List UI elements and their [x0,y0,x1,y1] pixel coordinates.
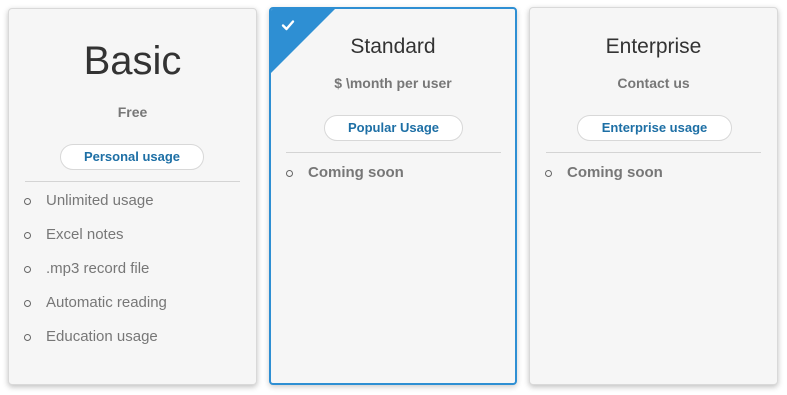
circle-bullet-icon [24,232,31,239]
plan-title: Basic [83,39,182,83]
enterprise-usage-button[interactable]: Enterprise usage [577,115,732,141]
feature-text: Excel notes [46,226,124,243]
plan-price: Free [117,104,148,120]
list-item: Unlimited usage [9,192,256,226]
feature-text: Education usage [46,328,158,345]
checkmark-icon [281,20,295,31]
list-item: Automatic reading [9,294,256,328]
circle-bullet-icon [24,198,31,205]
feature-text: Automatic reading [46,294,167,311]
circle-bullet-icon [24,334,31,341]
list-item: Coming soon [530,164,777,198]
feature-list: Coming soon [530,164,777,198]
plan-price: $ \month per user [334,75,452,91]
plan-title: Enterprise [605,35,702,58]
list-item: Excel notes [9,226,256,260]
feature-text: Coming soon [567,164,663,181]
plan-card-standard[interactable]: Standard $ \month per user Popular Usage… [269,7,517,385]
circle-bullet-icon [286,170,293,177]
feature-text: .mp3 record file [46,260,150,277]
divider [25,181,240,182]
feature-list: Coming soon [271,164,515,198]
feature-text: Coming soon [308,164,404,181]
circle-bullet-icon [24,266,31,273]
circle-bullet-icon [545,170,552,177]
divider [546,152,761,153]
popular-usage-button[interactable]: Popular Usage [324,115,463,141]
plan-card-enterprise[interactable]: Enterprise Contact us Enterprise usage C… [529,7,778,385]
list-item: .mp3 record file [9,260,256,294]
personal-usage-button[interactable]: Personal usage [60,144,204,170]
plan-card-basic[interactable]: Basic Free Personal usage Unlimited usag… [8,8,257,385]
plan-title: Standard [350,35,436,58]
plan-price: Contact us [617,75,690,91]
list-item: Education usage [9,328,256,362]
feature-text: Unlimited usage [46,192,154,209]
list-item: Coming soon [271,164,515,198]
circle-bullet-icon [24,300,31,307]
divider [286,152,501,153]
feature-list: Unlimited usage Excel notes .mp3 record … [9,192,256,362]
